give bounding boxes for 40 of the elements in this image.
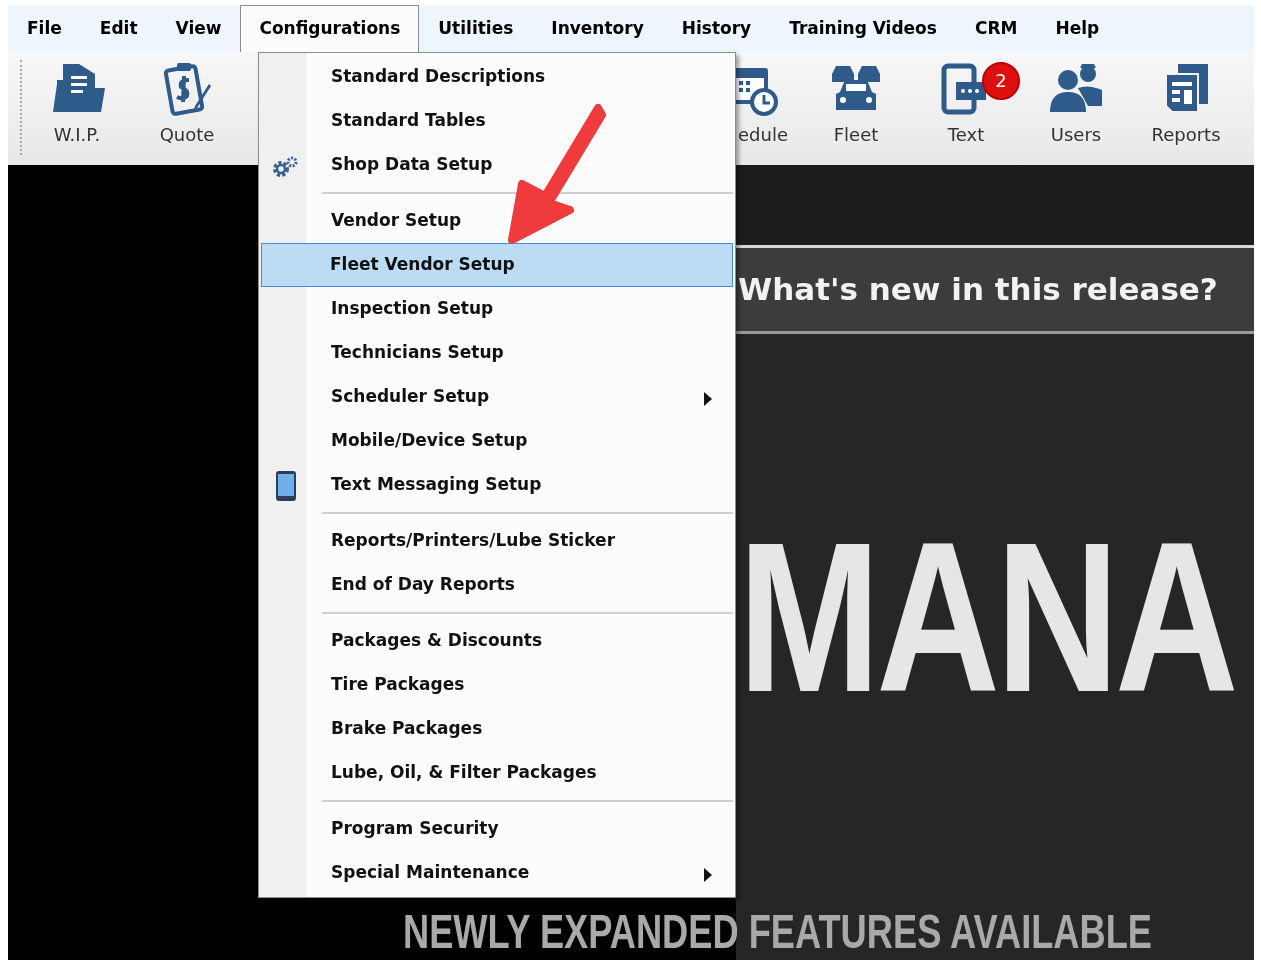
promo-tagline: NEWLY EXPANDED FEATURES AVAILABLE — [403, 908, 1153, 956]
promo-title: MANA — [738, 510, 1235, 724]
menu-item[interactable]: Scheduler Setup — [261, 375, 733, 419]
gears-icon — [271, 156, 299, 178]
menu-bar-item[interactable]: CRM — [955, 5, 1037, 52]
toolbar-button[interactable]: Fleet — [801, 52, 911, 157]
menu-bar-item[interactable]: Help — [1036, 5, 1119, 52]
toolbar-button[interactable]: Quote — [132, 52, 242, 157]
menu-item[interactable]: Technicians Setup — [261, 331, 733, 375]
menu-item[interactable]: Packages & Discounts — [261, 619, 733, 663]
menu-bar-item[interactable]: Edit — [80, 5, 157, 52]
menu-item[interactable]: Shop Data Setup — [261, 143, 733, 187]
menu-item[interactable]: Brake Packages — [261, 707, 733, 751]
menu-item[interactable]: Standard Tables — [261, 99, 733, 143]
menu-item[interactable]: Reports/Printers/Lube Sticker — [261, 519, 733, 563]
toolbar-button[interactable]: W.I.P. — [22, 52, 132, 157]
menu-bar-item[interactable]: View — [156, 5, 241, 52]
toolbar-button[interactable]: Text 2 — [911, 52, 1021, 157]
menu-item[interactable]: Lube, Oil, & Filter Packages — [261, 751, 733, 795]
menu-item[interactable]: Text Messaging Setup — [261, 463, 733, 507]
menu-bar-item[interactable]: Inventory — [532, 5, 663, 52]
menu-item[interactable]: End of Day Reports — [261, 563, 733, 607]
notification-badge: 2 — [982, 62, 1020, 100]
menu-item[interactable]: Fleet Vendor Setup — [261, 243, 733, 287]
menu-item[interactable]: Inspection Setup — [261, 287, 733, 331]
menu-item[interactable]: Program Security — [261, 807, 733, 851]
release-heading[interactable]: What's new in this release? — [738, 266, 1218, 313]
toolbar-button[interactable]: Users — [1021, 52, 1131, 157]
phone-icon — [275, 470, 297, 502]
toolbar-button[interactable]: Reports — [1131, 52, 1241, 157]
menu-item[interactable]: Tire Packages — [261, 663, 733, 707]
menu-bar-item[interactable]: Training Videos — [770, 5, 956, 52]
menu-bar-item[interactable]: History — [662, 5, 771, 52]
menu-bar-item[interactable]: File — [8, 5, 81, 52]
menu-item[interactable]: Vendor Setup — [261, 199, 733, 243]
menu-bar-item[interactable]: Configurations — [240, 5, 420, 52]
menu-item[interactable]: Standard Descriptions — [261, 55, 733, 99]
menu-bar-item[interactable]: Utilities — [419, 5, 533, 52]
menu-item[interactable]: Special Maintenance — [261, 851, 733, 895]
menu-item[interactable]: Mobile/Device Setup — [261, 419, 733, 463]
